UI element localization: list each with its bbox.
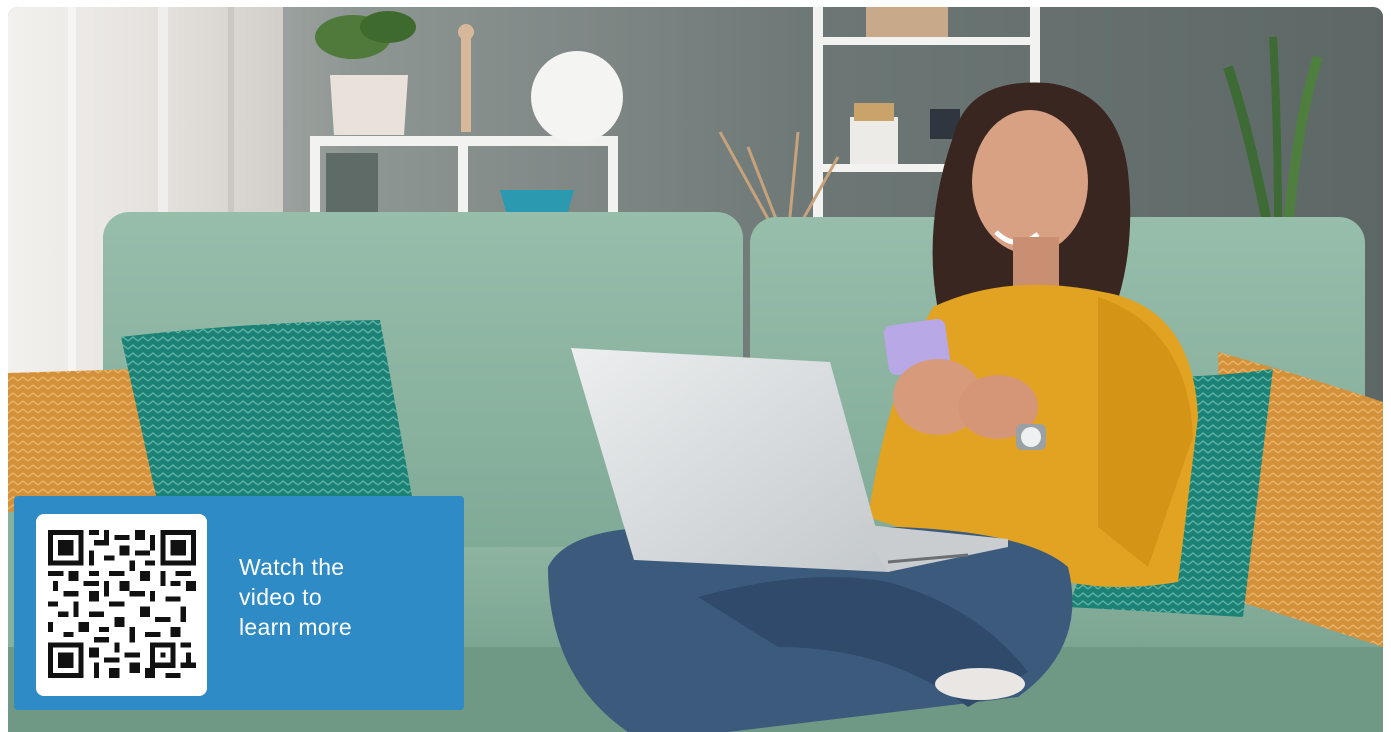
qr-cta-line-1: Watch the	[239, 554, 345, 580]
qr-cta-text: Watch the video to learn more	[239, 552, 439, 642]
hero-banner: Watch the video to learn more	[8, 7, 1383, 732]
qr-promo-card[interactable]: Watch the video to learn more	[14, 496, 464, 710]
qr-code-icon	[48, 530, 196, 678]
qr-code-container	[36, 514, 207, 696]
qr-cta-line-3: learn more	[239, 614, 352, 640]
qr-cta-line-2: video to	[239, 584, 322, 610]
